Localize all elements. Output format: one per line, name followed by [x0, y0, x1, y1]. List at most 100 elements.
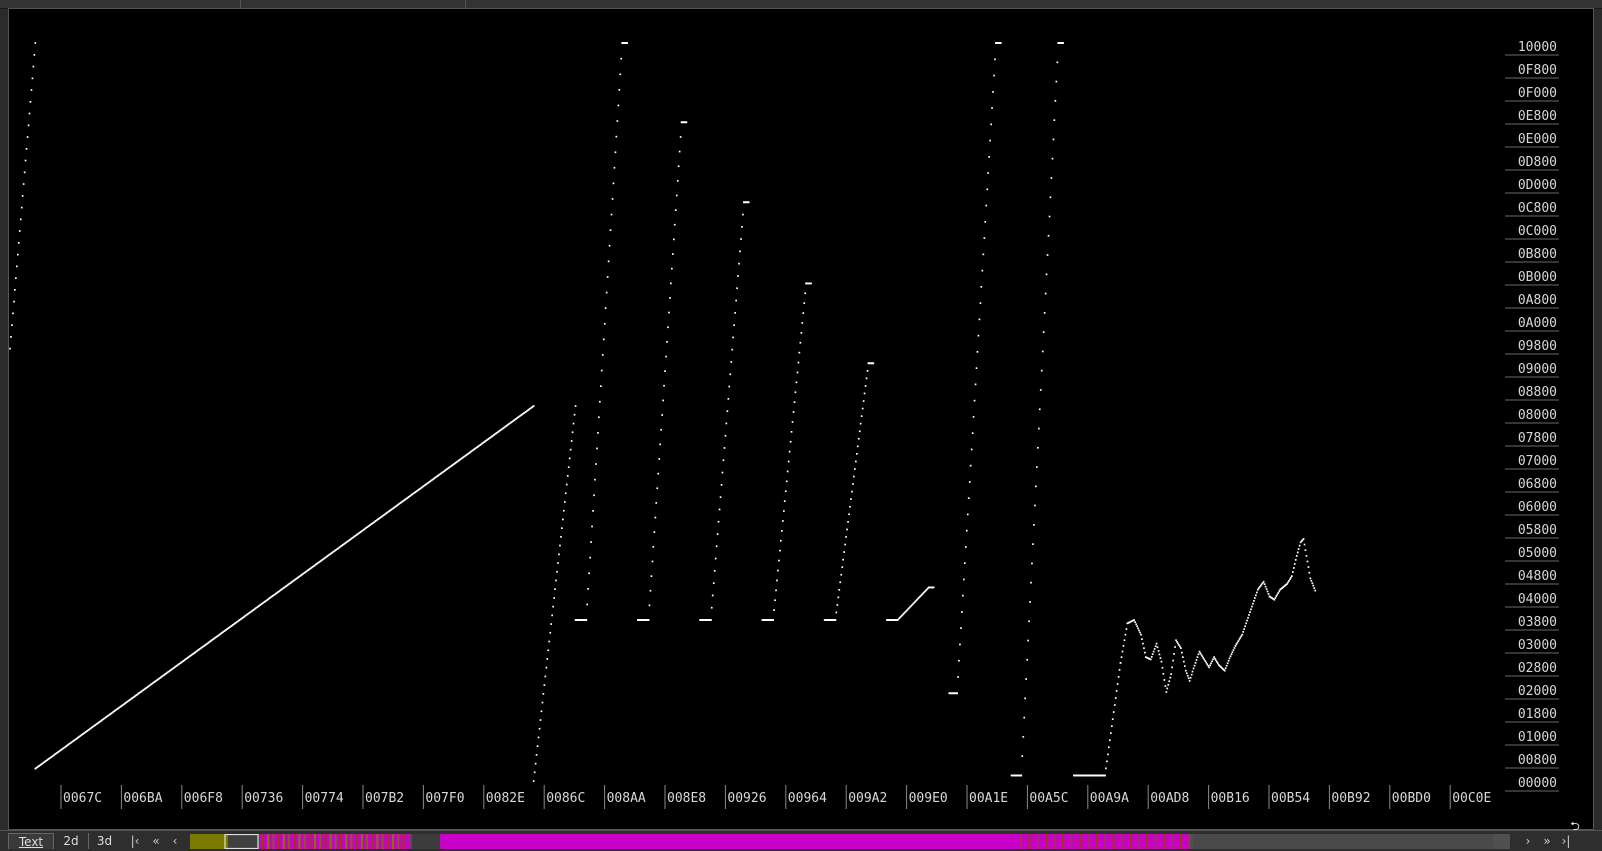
data-point: [857, 437, 860, 440]
data-point: [855, 460, 857, 463]
data-point: [1191, 670, 1194, 673]
data-point: [677, 165, 680, 168]
data-point: [1277, 592, 1280, 594]
tab-2d[interactable]: 2d: [57, 833, 85, 849]
data-point: [24, 159, 27, 162]
data-point: [778, 559, 780, 562]
data-point: [546, 658, 549, 660]
data-point: [1266, 590, 1269, 593]
x-tick-label: 00A1E: [969, 791, 1008, 806]
minimap-band: [303, 834, 306, 849]
data-point: [710, 619, 712, 621]
data-point: [617, 104, 620, 107]
y-tick-label: 03000: [1518, 638, 1557, 653]
overview-minimap[interactable]: [190, 834, 1510, 849]
data-point: [1217, 662, 1219, 665]
data-point: [1244, 625, 1246, 628]
skip-last-icon[interactable]: ›|: [1558, 833, 1574, 849]
data-point: [977, 334, 980, 337]
data-point: [1223, 669, 1226, 672]
data-point: [1248, 614, 1250, 616]
data-point: [1276, 593, 1279, 596]
minimap-band: [1188, 834, 1190, 849]
data-point: [26, 136, 29, 138]
data-point: [565, 483, 568, 486]
data-point: [1289, 578, 1291, 581]
data-point: [1169, 676, 1172, 679]
data-point: [567, 466, 570, 468]
data-point: [592, 510, 594, 512]
x-tick-label: 00C0E: [1452, 791, 1491, 806]
minimap-band: [1162, 834, 1165, 849]
double-chevron-left-icon[interactable]: «: [148, 833, 164, 849]
data-point: [1051, 157, 1054, 160]
data-point: [544, 675, 547, 678]
data-point: [33, 54, 36, 56]
minimap-band: [1146, 834, 1148, 849]
double-chevron-right-icon[interactable]: »: [1539, 833, 1555, 849]
data-point: [1110, 732, 1112, 734]
data-point: [774, 599, 776, 602]
data-point: [561, 527, 563, 529]
minimap-band: [1028, 834, 1031, 849]
data-point: [596, 447, 598, 450]
data-point: [1109, 739, 1111, 742]
data-point: [858, 430, 861, 433]
data-point: [537, 736, 540, 739]
plot-area[interactable]: 0067C 006BA 006F8 00736 00774 007B2 007F0 0082E…: [8, 8, 1594, 830]
data-point: [1171, 666, 1173, 669]
data-point: [1125, 628, 1128, 630]
data-point: [1039, 389, 1042, 391]
data-point: [654, 516, 657, 519]
data-point: [1232, 649, 1235, 651]
data-point: [1140, 633, 1142, 636]
data-point: [607, 260, 610, 263]
tab-3d[interactable]: 3d: [88, 833, 120, 849]
minimap-band: [277, 834, 280, 849]
minimap-band: [1104, 834, 1106, 849]
data-point: [1206, 663, 1208, 665]
data-point: [1185, 672, 1188, 675]
data-plot[interactable]: 0067C 006BA 006F8 00736 00774 007B2 007F0 0082E…: [9, 9, 1595, 831]
chevron-right-icon[interactable]: ›: [1520, 833, 1536, 849]
data-points: [9, 42, 1317, 782]
data-point: [614, 151, 617, 154]
minimap-band: [392, 834, 394, 849]
data-point: [613, 166, 616, 169]
data-point: [1298, 544, 1301, 547]
data-point: [789, 440, 792, 443]
data-point: [1267, 593, 1270, 595]
data-point: [1274, 597, 1277, 599]
y-tick-label: 06800: [1518, 477, 1557, 492]
data-point: [1038, 408, 1041, 411]
data-point: [986, 188, 989, 191]
data-point: [1028, 620, 1030, 623]
data-point: [776, 579, 778, 582]
data-point: [973, 399, 976, 402]
data-point: [790, 431, 793, 433]
x-tick-label: 008AA: [607, 791, 646, 806]
data-point: [1246, 619, 1248, 622]
data-point: [1278, 590, 1281, 593]
data-point: [651, 560, 654, 563]
data-point: [740, 238, 742, 240]
data-point: [784, 490, 787, 493]
data-point: [540, 710, 543, 713]
data-point: [1213, 656, 1215, 658]
minimap-band: [1095, 834, 1098, 849]
data-point: [736, 287, 738, 290]
data-point: [733, 324, 735, 326]
data-point: [1031, 562, 1033, 565]
tab-text[interactable]: Text: [8, 833, 54, 849]
data-point: [1211, 660, 1213, 663]
data-point: [1265, 588, 1268, 590]
data-point: [965, 529, 968, 532]
skip-first-icon[interactable]: |‹: [127, 833, 143, 849]
chevron-left-icon[interactable]: ‹: [167, 833, 183, 849]
data-point: [1255, 594, 1257, 597]
data-point: [1303, 543, 1306, 546]
minimap-band: [324, 834, 327, 849]
data-point: [1236, 641, 1239, 644]
y-tick-label: 0A800: [1518, 293, 1557, 308]
y-tick-label: 00000: [1518, 776, 1557, 791]
